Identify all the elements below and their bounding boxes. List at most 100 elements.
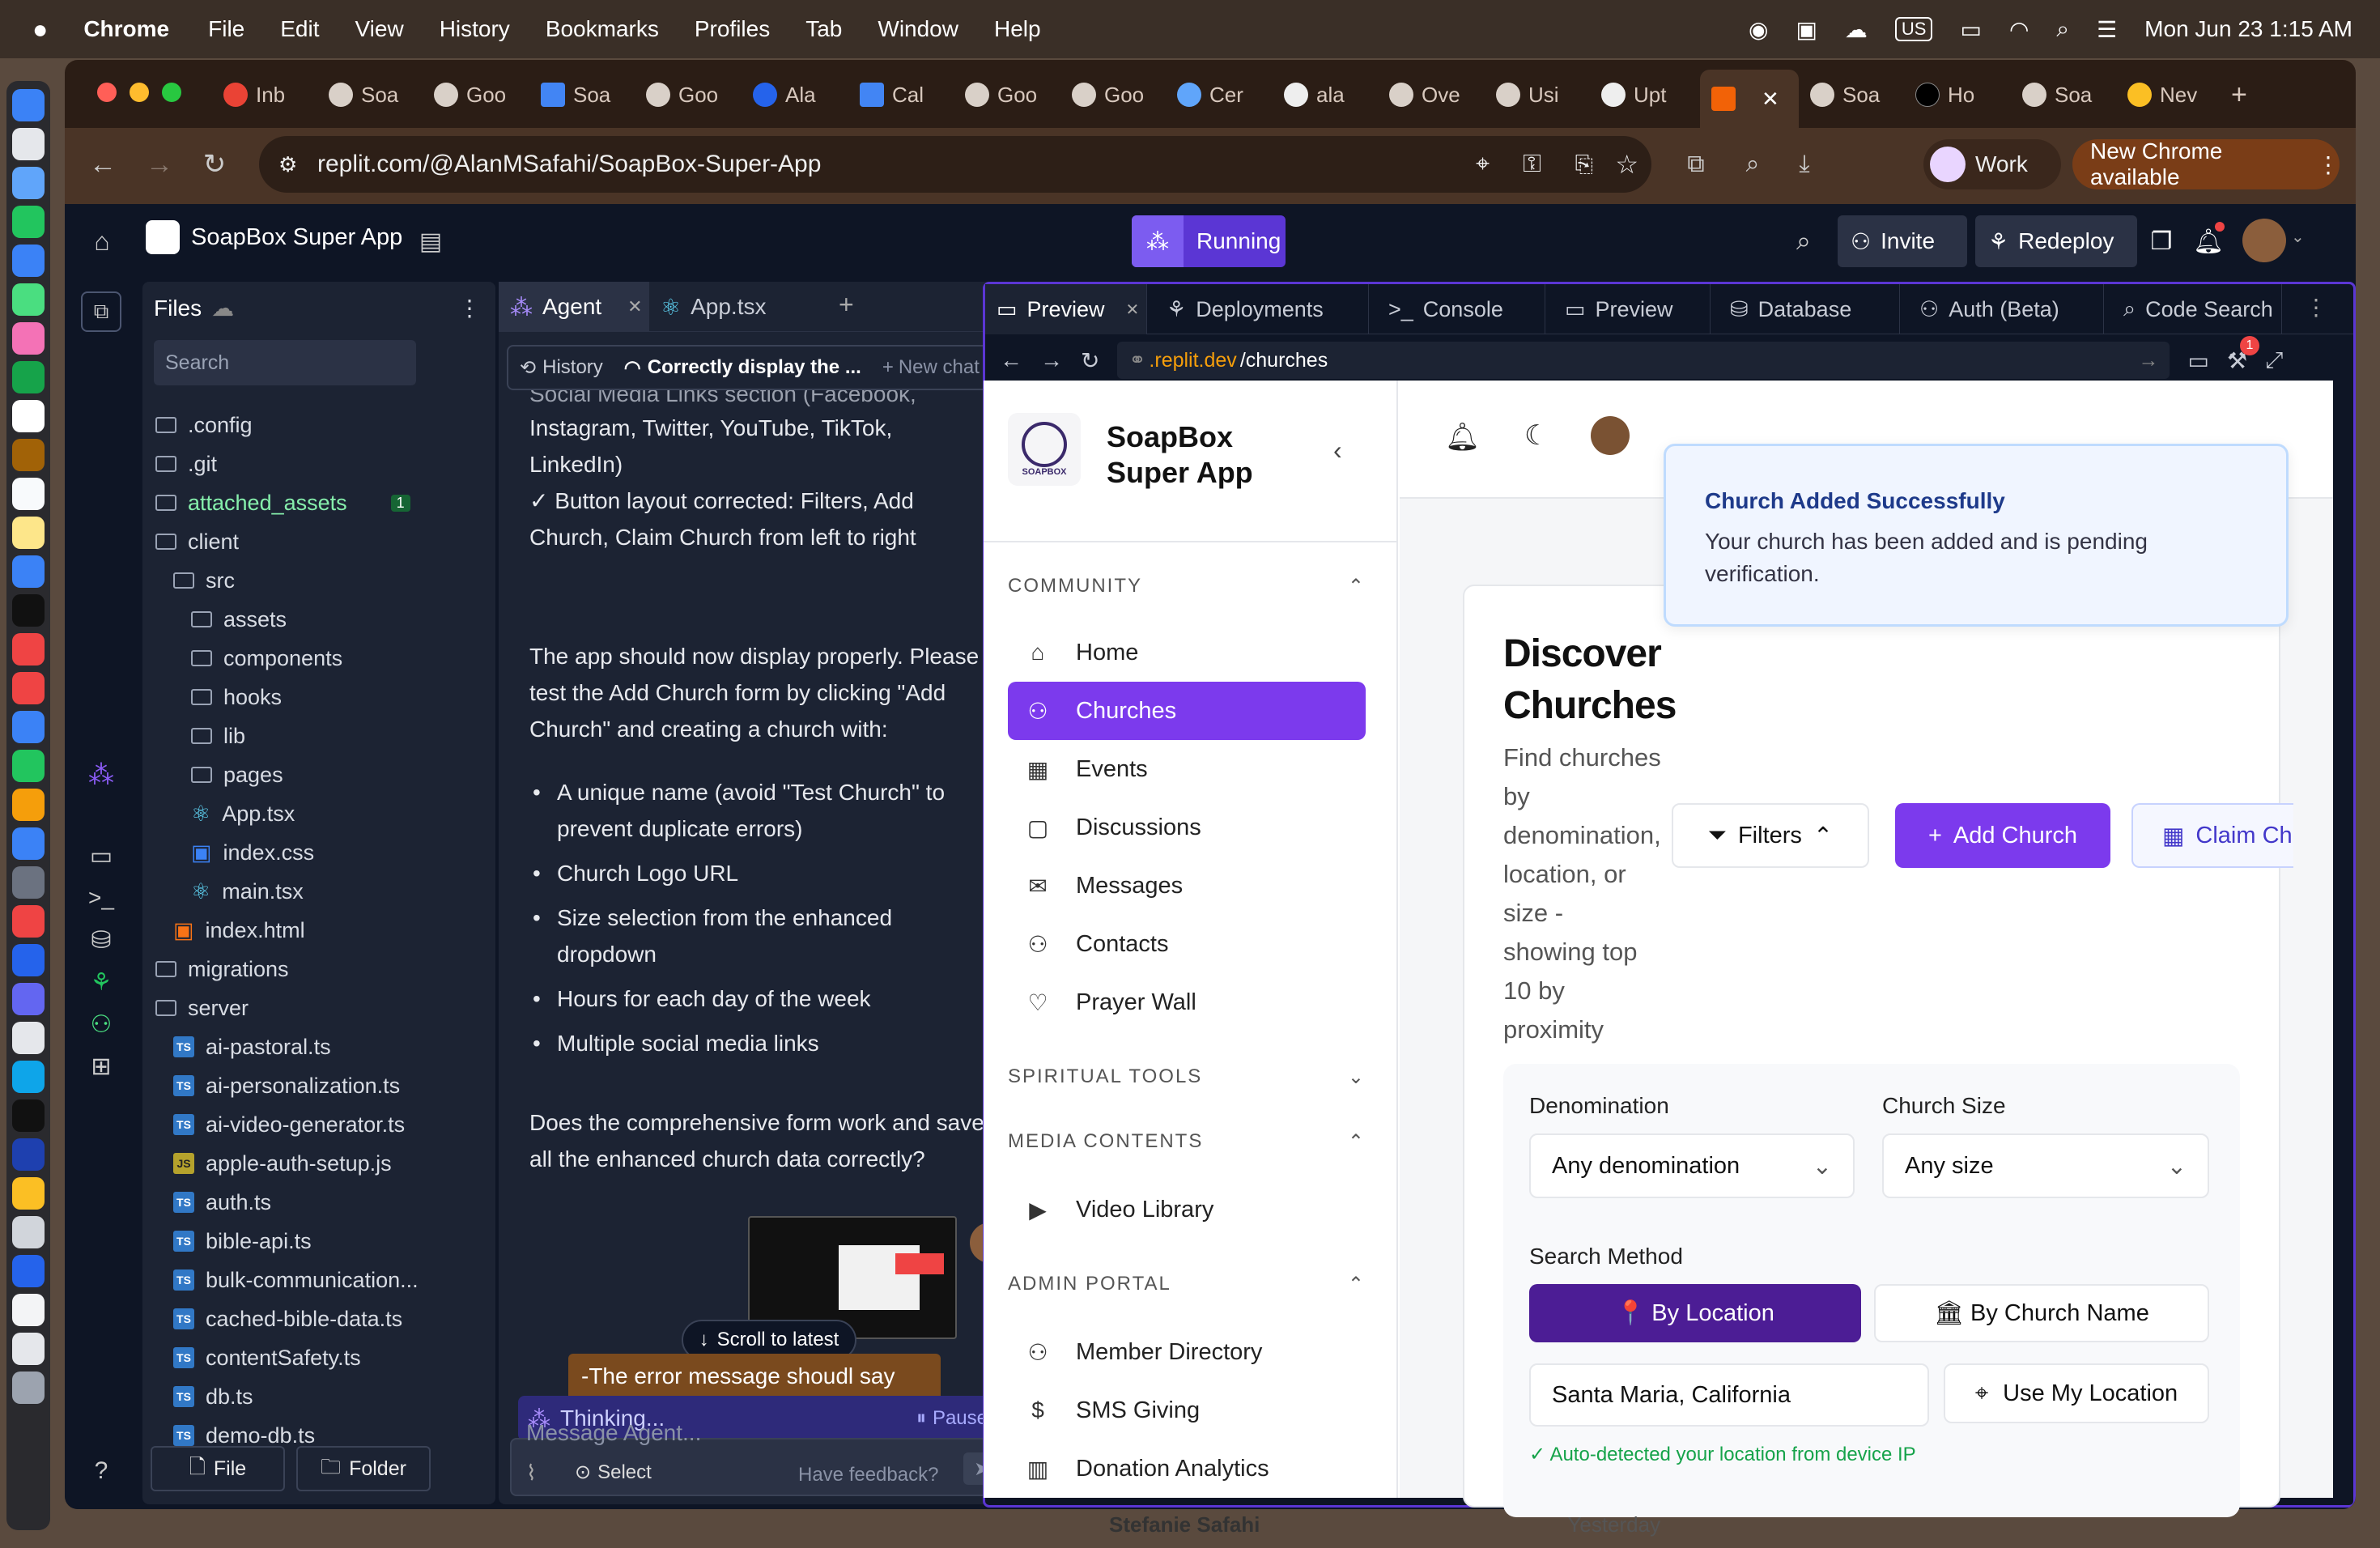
dock-teams-icon[interactable] — [12, 983, 45, 1015]
reload-icon[interactable]: ↻ — [1081, 347, 1099, 374]
file-item[interactable]: ⚛ main.tsx — [191, 873, 304, 910]
file-item[interactable]: TS ai-video-generator.ts — [173, 1106, 405, 1143]
invite-button[interactable]: ⚇ Invite — [1838, 215, 1967, 267]
preview-tab[interactable]: ▭ Preview — [1553, 284, 1711, 334]
redeploy-button[interactable]: ⚘ Redeploy — [1975, 215, 2137, 267]
dock-messages-icon[interactable] — [12, 206, 45, 238]
browser-tab[interactable]: Goo — [1072, 74, 1144, 115]
dock-maps-icon[interactable] — [12, 283, 45, 316]
back-icon[interactable]: ← — [1000, 347, 1022, 373]
browser-tab[interactable]: Ho — [1915, 74, 1974, 115]
new-file-button[interactable]: 🗋 File — [151, 1446, 285, 1491]
nav-events[interactable]: ▦ Events — [1008, 740, 1366, 798]
section-community[interactable]: COMMUNITY ⌃ — [1008, 575, 1366, 598]
dock-chrome-icon[interactable] — [12, 1177, 45, 1210]
nav-member-directory[interactable]: ⚇ Member Directory — [1008, 1323, 1366, 1381]
nav-home[interactable]: ⌂ Home — [1008, 623, 1366, 682]
browser-tab[interactable]: Ove — [1389, 74, 1460, 115]
file-item[interactable]: TS contentSafety.ts — [173, 1339, 361, 1376]
keyboard-layout[interactable]: US — [1894, 17, 1933, 41]
folder-item[interactable]: assets — [191, 601, 287, 638]
folder-item[interactable]: .git — [155, 445, 217, 483]
nav-sms-giving[interactable]: $ SMS Giving — [1008, 1381, 1366, 1440]
user-avatar[interactable] — [1591, 416, 1630, 455]
dock-terminal-icon[interactable] — [12, 1099, 45, 1132]
attach-icon[interactable]: ⌇ — [526, 1461, 537, 1486]
filters-button[interactable]: ⏷ Filters ⌃ — [1672, 803, 1869, 868]
nav-discussions[interactable]: ▢ Discussions — [1008, 798, 1366, 857]
forward-icon[interactable]: → — [139, 144, 180, 185]
file-item[interactable]: TS ai-personalization.ts — [173, 1067, 400, 1104]
menu-file[interactable]: File — [208, 16, 244, 42]
browser-tab[interactable]: Soa — [2022, 74, 2092, 115]
folder-item[interactable]: server — [155, 989, 249, 1027]
file-item[interactable]: ⚛ App.tsx — [191, 795, 295, 832]
preview-tab[interactable]: ⚘ Deployments — [1155, 284, 1369, 334]
dock-notes-icon[interactable] — [12, 439, 45, 471]
select-element-button[interactable]: ⊙ Select — [575, 1461, 652, 1484]
folder-item[interactable]: attached_assets 1 — [155, 484, 410, 521]
bookmark-star-icon[interactable]: ☆ — [1615, 149, 1638, 180]
close-window-button[interactable] — [97, 83, 117, 102]
dock-app-icon[interactable] — [12, 1061, 45, 1093]
nav-contacts[interactable]: ⚇ Contacts — [1008, 915, 1366, 973]
browser-tab[interactable]: ala — [1284, 74, 1345, 115]
moon-icon[interactable]: ☾ — [1524, 419, 1549, 452]
folder-item[interactable]: hooks — [191, 678, 282, 716]
add-tab-icon[interactable]: + — [839, 290, 854, 320]
preview-tool-icon[interactable]: ▭ — [81, 836, 121, 876]
back-icon[interactable]: ← — [83, 144, 123, 185]
browser-tab[interactable]: Upt — [1601, 74, 1666, 115]
menu-view[interactable]: View — [355, 16, 404, 42]
menu-app-name[interactable]: Chrome — [83, 16, 169, 42]
devtools-icon[interactable]: ⚒ 1 — [2227, 335, 2259, 374]
new-folder-button[interactable]: 🗀 Folder — [296, 1446, 431, 1491]
device-icon[interactable]: ▭ — [2187, 347, 2208, 374]
panel-menu-icon[interactable]: ⋮ — [2305, 294, 2327, 321]
add-church-button[interactable]: + Add Church — [1895, 803, 2110, 868]
by-location-button[interactable]: 📍 By Location — [1529, 1284, 1861, 1342]
tab-app-tsx[interactable]: ⚛ App.tsx — [661, 282, 767, 332]
dock-app-icon[interactable] — [12, 1216, 45, 1248]
status-icon-3[interactable]: ☁ — [1845, 16, 1868, 43]
file-item[interactable]: JS apple-auth-setup.js — [173, 1145, 392, 1182]
menu-bookmarks[interactable]: Bookmarks — [546, 16, 659, 42]
size-select[interactable]: Any size ⌄ — [1882, 1133, 2209, 1198]
menu-window[interactable]: Window — [878, 16, 958, 42]
dock-pages-icon[interactable] — [12, 789, 45, 821]
spotlight-icon[interactable]: ⌕ — [2056, 16, 2069, 43]
zoom-window-button[interactable] — [162, 83, 181, 102]
bell-icon[interactable]: 🔔︎ — [1445, 421, 1480, 453]
home-icon[interactable]: ⌂ — [83, 222, 121, 261]
battery-icon[interactable]: ▭ — [1960, 16, 1981, 43]
kebab-menu-icon[interactable]: ⋮ — [2317, 151, 2340, 178]
dock-tv-icon[interactable] — [12, 594, 45, 627]
preview-url-bar[interactable]: ⚭ .replit.dev/churches → — [1117, 342, 2170, 379]
tab-search-icon[interactable]: ⌕ — [1732, 144, 1773, 185]
dock-1password-icon[interactable] — [12, 1138, 45, 1171]
preview-tab[interactable]: >_ Console — [1377, 284, 1545, 334]
dock-screenshot-icon[interactable] — [12, 1333, 45, 1365]
reload-icon[interactable]: ↻ — [194, 144, 235, 185]
location-icon[interactable]: ⌖ — [1476, 151, 1490, 178]
browser-tab[interactable]: Usi — [1496, 74, 1559, 115]
use-my-location-button[interactable]: ⌖ Use My Location — [1944, 1363, 2209, 1423]
location-input[interactable]: Santa Maria, California — [1529, 1363, 1929, 1427]
collapse-sidebar-icon[interactable]: ‹ — [1333, 436, 1342, 466]
menu-history[interactable]: History — [440, 16, 510, 42]
nav-churches[interactable]: ⚇ Churches — [1008, 682, 1366, 740]
copy-icon[interactable]: ❐ — [2142, 222, 2181, 261]
dock-finder-icon[interactable] — [12, 89, 45, 121]
new-chat-button[interactable]: + New chat — [882, 356, 980, 379]
browser-tab[interactable]: Ala — [753, 74, 816, 115]
dock-app-icon[interactable] — [12, 128, 45, 160]
dock-app-icon[interactable] — [12, 555, 45, 588]
dock-trash-icon[interactable] — [12, 1372, 45, 1404]
browser-tab[interactable]: Soa — [541, 74, 610, 115]
database-tool-icon[interactable]: ⛁ — [81, 920, 121, 960]
file-item[interactable]: ▣ index.css — [191, 834, 314, 871]
dock-freeform-icon[interactable] — [12, 517, 45, 549]
files-tool-icon[interactable]: ⧉ — [81, 291, 121, 332]
by-church-name-button[interactable]: 🏛 By Church Name — [1874, 1284, 2209, 1342]
file-item[interactable]: TS bible-api.ts — [173, 1223, 312, 1260]
